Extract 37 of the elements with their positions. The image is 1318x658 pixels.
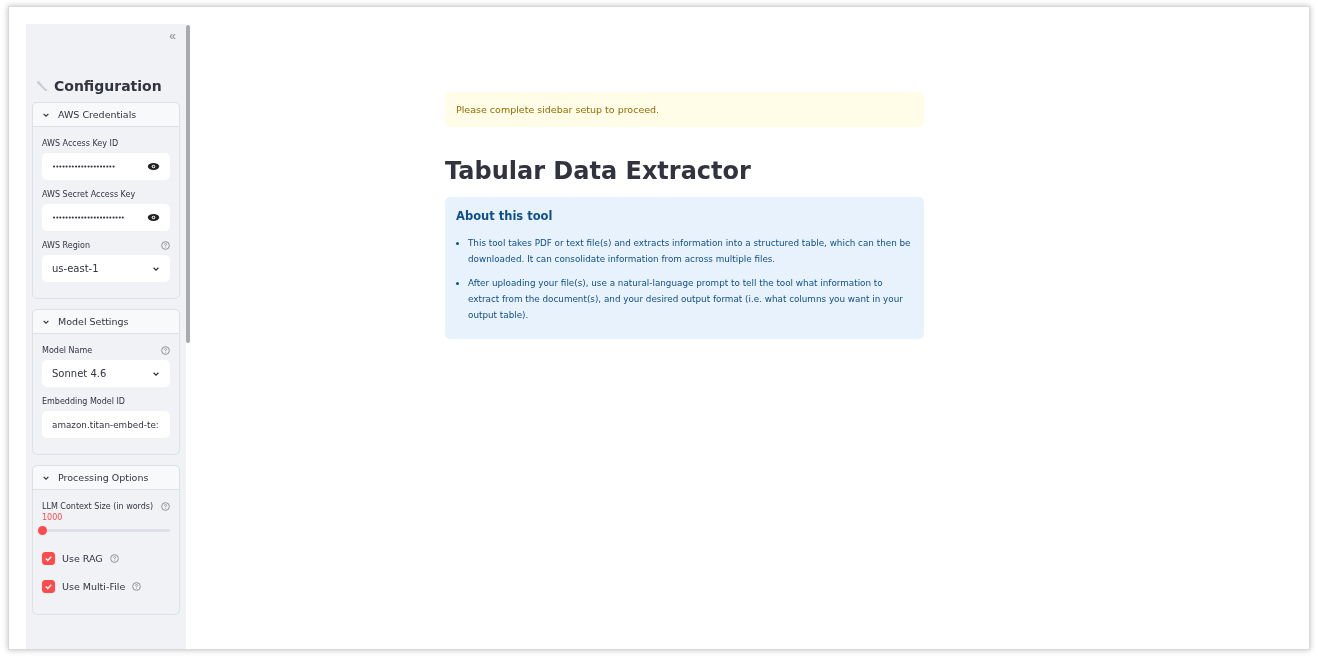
check-icon — [44, 582, 53, 591]
dropdown[interactable]: us-east-1 — [42, 255, 170, 282]
dropdown[interactable]: Sonnet 4.6 — [42, 360, 170, 387]
help-icon[interactable] — [132, 582, 142, 591]
expander-header[interactable]: Processing Options — [33, 466, 179, 490]
bullet-icon — [456, 282, 459, 285]
check-icon — [44, 554, 53, 563]
field-label: Embedding Model ID — [42, 397, 125, 406]
page-title: Tabular Data Extractor — [445, 157, 752, 185]
checkbox[interactable] — [42, 580, 55, 593]
bullet-icon — [456, 242, 459, 245]
field-label: LLM Context Size (in words) — [42, 502, 154, 511]
slider-thumb[interactable] — [38, 526, 47, 535]
slider-value: 1000 — [42, 513, 64, 522]
help-icon[interactable] — [161, 346, 170, 355]
checkbox-label: Use Multi-File — [62, 581, 126, 592]
scrollbar[interactable] — [186, 25, 190, 343]
field-label: AWS Region — [42, 241, 90, 250]
info-heading: About this tool — [456, 209, 554, 223]
field-label: Model Name — [42, 346, 93, 355]
help-icon[interactable] — [161, 241, 170, 250]
expander-header[interactable]: AWS Credentials — [33, 103, 179, 127]
info-text: This tool takes PDF or text file(s) and extracts information into a structured table, which can then be downloaded. It can consolidate information from across multiple files. — [468, 237, 912, 266]
sidebar-title: Configuration — [54, 78, 162, 94]
help-icon[interactable] — [161, 502, 170, 511]
checkbox-label: Use RAG — [62, 553, 103, 564]
text-field[interactable]: amazon.titan-embed-te: — [42, 411, 170, 438]
eye-icon[interactable] — [147, 213, 160, 222]
wrench-icon — [35, 79, 49, 93]
eye-icon[interactable] — [147, 162, 160, 171]
info-text: After uploading your file(s), use a natural-language prompt to tell the tool what information to extract from the document(s), and your desired output format (i.e. what columns you want in your output table). — [468, 277, 904, 322]
expander-header[interactable]: Model Settings — [33, 310, 179, 334]
checkbox[interactable] — [42, 552, 55, 565]
help-icon[interactable] — [109, 554, 119, 563]
warning-message: Please complete sidebar setup to proceed. — [445, 92, 924, 127]
field-label: AWS Secret Access Key — [42, 190, 136, 199]
field-label: AWS Access Key ID — [42, 139, 119, 148]
